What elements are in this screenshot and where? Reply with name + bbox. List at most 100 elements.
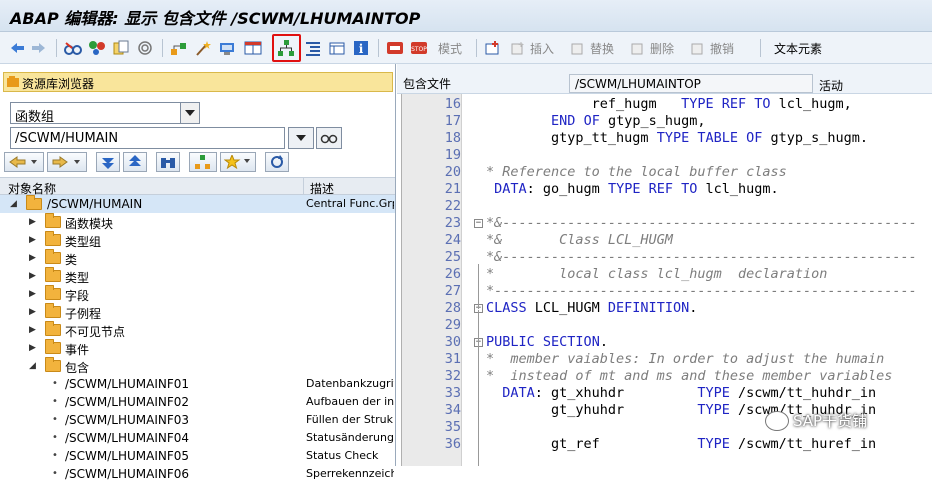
transport-button[interactable] <box>218 38 236 58</box>
tree-include-node[interactable]: • /SCWM/LHUMAINF04 Statusänderung <box>0 429 395 447</box>
magic-wand-button[interactable] <box>194 38 212 58</box>
collapsed-triangle-icon[interactable]: ▶ <box>29 289 36 299</box>
collapsed-triangle-icon[interactable]: ▶ <box>29 343 36 353</box>
fold-toggle-icon[interactable]: − <box>474 219 483 228</box>
hierarchy-button[interactable] <box>189 152 217 172</box>
forward-button[interactable] <box>30 38 48 58</box>
tree-folder-node[interactable]: ▶ 字段 <box>0 285 395 303</box>
code-line[interactable]: 33 DATA: gt_xhuhdr TYPE /scwm/tt_huhdr_i… <box>402 385 932 402</box>
code-line[interactable]: 16 ref_hugm TYPE REF TO lcl_hugm, <box>402 96 932 113</box>
display-change-button[interactable] <box>64 38 82 58</box>
pattern-button[interactable]: 模式 <box>436 38 462 58</box>
line-number: 19 <box>444 147 461 163</box>
code-line[interactable]: 24 *& Class LCL_HUGM <box>402 232 932 249</box>
tree-folder-node[interactable]: ▶ 事件 <box>0 339 395 357</box>
expand-all-button[interactable] <box>96 152 120 172</box>
tree-folder-node[interactable]: ▶ 函数模块 <box>0 213 395 231</box>
tree-folder-node[interactable]: ▶ 子例程 <box>0 303 395 321</box>
code-line[interactable]: 25 *&------------------------------------… <box>402 249 932 266</box>
insert-button[interactable]: 插入 <box>510 38 554 58</box>
tree-include-node[interactable]: • /SCWM/LHUMAINF05 Status Check <box>0 447 395 465</box>
tree-folder-node[interactable]: ▶ 类 <box>0 249 395 267</box>
delete-button[interactable]: 删除 <box>630 38 674 58</box>
collapsed-triangle-icon[interactable]: ▶ <box>29 253 36 263</box>
line-number: 26 <box>444 266 461 282</box>
repository-browser: 资源库浏览器 函数组 /SCWM/HUMAIN 对象名称 描述 ◢ /SCWM/… <box>0 64 396 481</box>
expand-icon <box>102 158 114 169</box>
text-elements-button[interactable]: 文本元素 <box>772 38 822 58</box>
code-line[interactable]: 36 gt_ref TYPE /scwm/tt_huref_in <box>402 436 932 453</box>
nav-back-button[interactable] <box>4 152 44 172</box>
expanded-triangle-icon[interactable]: ◢ <box>29 361 36 371</box>
code-line[interactable]: 19 <box>402 147 932 164</box>
code-line[interactable]: 27 *-------------------------------------… <box>402 283 932 300</box>
code-line[interactable]: 31 * member vaiables: In order to adjust … <box>402 351 932 368</box>
folder-label: 函数模块 <box>65 217 114 231</box>
info-button[interactable]: i <box>352 38 370 58</box>
display-button[interactable] <box>328 38 346 58</box>
code-line[interactable]: 23 *&------------------------------------… <box>402 215 932 232</box>
tree-include-node[interactable]: • /SCWM/LHUMAINF01 Datenbankzugriff <box>0 375 395 393</box>
code-line[interactable]: 30PUBLIC SECTION.− <box>402 334 932 351</box>
line-number: 36 <box>444 436 461 452</box>
folder-label: 不可见节点 <box>65 325 126 339</box>
code-line[interactable]: 32 * instead of mt and ms and these membe… <box>402 368 932 385</box>
code-line[interactable]: 20 * Reference to the local buffer class <box>402 164 932 181</box>
tree-include-node[interactable]: • /SCWM/LHUMAINF06 Sperrekennzeich <box>0 465 395 483</box>
activate-objects-button[interactable] <box>88 38 106 58</box>
object-type-select[interactable]: 函数组 <box>10 102 200 125</box>
include-label: /SCWM/LHUMAINF04 <box>65 431 190 445</box>
indent-button[interactable] <box>304 38 322 58</box>
code-line[interactable]: 17 END OF gtyp_s_hugm, <box>402 113 932 130</box>
collapsed-triangle-icon[interactable]: ▶ <box>29 235 36 245</box>
glasses-icon <box>320 134 338 144</box>
window-split-button[interactable] <box>244 38 262 58</box>
hierarchy-button[interactable] <box>170 38 188 58</box>
tree-root-node[interactable]: ◢ /SCWM/HUMAIN Central Func.Grp <box>0 195 395 213</box>
line-number: 20 <box>444 164 461 180</box>
code-text: CLASS LCL_HUGM DEFINITION. <box>486 300 698 316</box>
object-name-dropdown-button[interactable] <box>288 127 314 149</box>
replace-button[interactable]: 替换 <box>570 38 614 58</box>
tree-include-node[interactable]: • /SCWM/LHUMAINF03 Füllen der Struk <box>0 411 395 429</box>
glasses-icon <box>64 39 82 57</box>
undo-button[interactable]: 撤销 <box>690 38 734 58</box>
find-button[interactable] <box>156 152 180 172</box>
chevron-down-icon[interactable] <box>180 103 199 123</box>
tree-folder-node[interactable]: ▶ 不可见节点 <box>0 321 395 339</box>
copy-button[interactable] <box>112 38 130 58</box>
code-line[interactable]: 26 * local class lcl_hugm declaration <box>402 266 932 283</box>
collapsed-triangle-icon[interactable]: ▶ <box>29 217 36 227</box>
include-label: /SCWM/LHUMAINF03 <box>65 413 190 427</box>
code-line[interactable]: 18 gtyp_tt_hugm TYPE TABLE OF gtyp_s_hug… <box>402 130 932 147</box>
collapsed-triangle-icon[interactable]: ▶ <box>29 271 36 281</box>
indent-icon <box>304 39 322 57</box>
refresh-icon <box>271 155 283 168</box>
add-row-button[interactable] <box>484 38 502 58</box>
code-line[interactable]: 21 DATA: go_hugm TYPE REF TO lcl_hugm. <box>402 181 932 198</box>
object-tree: ◢ /SCWM/HUMAIN Central Func.Grp ▶ 函数模块 ▶ 类型… <box>0 195 395 483</box>
code-line[interactable]: 29 <box>402 317 932 334</box>
hierarchy-icon <box>195 155 210 169</box>
stop-button[interactable] <box>386 38 404 58</box>
tree-folder-node[interactable]: ◢ 包含 <box>0 357 395 375</box>
tree-folder-node[interactable]: ▶ 类型组 <box>0 231 395 249</box>
expanded-triangle-icon[interactable]: ◢ <box>10 199 17 209</box>
code-text: * Reference to the local buffer class <box>486 164 787 180</box>
favorites-button[interactable] <box>220 152 256 172</box>
tree-folder-node[interactable]: ▶ 类型 <box>0 267 395 285</box>
refresh-button[interactable] <box>265 152 289 172</box>
code-line[interactable]: 22 <box>402 198 932 215</box>
repository-browser-header[interactable]: 资源库浏览器 <box>3 72 393 92</box>
tree-include-node[interactable]: • /SCWM/LHUMAINF02 Aufbauen der in <box>0 393 395 411</box>
collapsed-triangle-icon[interactable]: ▶ <box>29 307 36 317</box>
collapsed-triangle-icon[interactable]: ▶ <box>29 325 36 335</box>
collapse-all-button[interactable] <box>123 152 147 172</box>
where-used-button[interactable] <box>136 38 154 58</box>
back-button[interactable] <box>8 38 26 58</box>
display-object-button[interactable] <box>316 127 342 149</box>
stop-list-button[interactable]: STOP <box>410 38 428 58</box>
object-name-input[interactable]: /SCWM/HUMAIN <box>10 127 285 149</box>
nav-forward-button[interactable] <box>47 152 87 172</box>
code-line[interactable]: 28CLASS LCL_HUGM DEFINITION.− <box>402 300 932 317</box>
